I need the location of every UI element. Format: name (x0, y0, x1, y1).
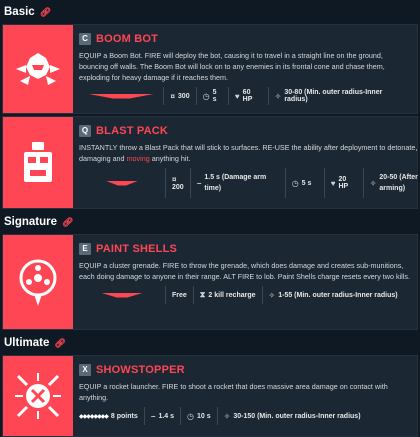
boom-bot-icon (3, 25, 73, 113)
credits-icon: ¤ (172, 175, 177, 184)
ability-card-boom-bot: C BOOM BOT EQUIP a Boom Bot. FIRE will d… (2, 24, 418, 114)
ability-name: BOOM BOT (96, 32, 159, 45)
blast-pack-icon (3, 117, 73, 208)
showstopper-icon (3, 356, 73, 436)
section-title: Signature (4, 216, 58, 228)
damage-icon: ✧ (274, 91, 282, 101)
ability-card-showstopper: X SHOWSTOPPER EQUIP a rocket launcher. F… (2, 355, 418, 437)
ability-card-paint-shells: E PAINT SHELLS EQUIP a cluster grenade. … (2, 234, 418, 330)
section-ultimate-header: Ultimate 🔗︎ (0, 331, 420, 355)
stat-arm-time: −1.5 s (Damage arm time) (189, 168, 285, 198)
paint-shells-icon (3, 235, 73, 329)
clock-icon: ◷ (202, 91, 210, 101)
stat-windup: −1.4 s (143, 407, 180, 425)
clock-icon: ◷ (291, 178, 299, 188)
ability-card-blast-pack: Q BLAST PACK INSTANTLY throw a Blast Pac… (2, 116, 418, 209)
damage-icon: ✧ (369, 178, 377, 188)
stat-ultimate-points: ◆◆◆◆◆◆◆◆ 8 points (79, 412, 138, 420)
stat-duration: ◷ 5 s (284, 168, 324, 198)
keybind-badge: C (79, 32, 91, 45)
stat-cost: ¤ 300 (163, 87, 195, 105)
ability-description: INSTANTLY throw a Blast Pack that will s… (79, 143, 418, 163)
stat-damage: ✧ 20-50 (After arming) (362, 168, 420, 198)
stat-cost: ¤ 200 (165, 168, 190, 198)
ability-name: SHOWSTOPPER (96, 363, 185, 376)
ability-name: PAINT SHELLS (96, 242, 178, 255)
ability-description: EQUIP a cluster grenade. FIRE to throw t… (79, 261, 410, 281)
ultimate-points-icon: ◆◆◆◆◆◆◆◆ (79, 413, 109, 420)
section-title: Ultimate (4, 337, 50, 349)
keybind-badge: X (79, 363, 91, 376)
link-icon[interactable]: 🔗︎ (54, 338, 65, 349)
stats-row: Free ⧗ 2 kill recharge ✧ 1-55 (Min. outer … (79, 286, 411, 304)
charge-bar (79, 93, 163, 99)
stats-row: ¤ 300 ◷ 5 s ♥ 60 HP ✧ 30-80 (Min. outer radi… (79, 87, 411, 105)
ability-description: EQUIP a rocket launcher. FIRE to shoot a… (79, 382, 388, 402)
stat-damage: ✧ 1-55 (Min. outer radius-Inner radius) (261, 286, 404, 304)
section-title: Basic (4, 6, 35, 18)
stat-health: ♥ 20 HP (323, 168, 363, 198)
stat-cost: Free (165, 286, 193, 304)
damage-icon: ✧ (223, 411, 231, 421)
stat-recharge: ⧗ 2 kill recharge (192, 286, 262, 304)
charge-bar (79, 168, 165, 198)
stat-health: ♥ 60 HP (227, 87, 268, 105)
stat-duration: ◷ 10 s (180, 407, 217, 425)
section-basic-header: Basic 🔗︎ (0, 0, 420, 24)
minus-icon: − (196, 178, 202, 188)
section-signature-header: Signature 🔗︎ (0, 210, 420, 234)
stats-row: ◆◆◆◆◆◆◆◆ 8 points −1.4 s ◷ 10 s ✧ 30-150 (M… (79, 407, 411, 425)
charge-bar (79, 292, 165, 298)
heart-icon: ♥ (234, 91, 240, 101)
link-icon[interactable]: 🔗︎ (40, 7, 51, 18)
stat-duration: ◷ 5 s (195, 87, 228, 105)
keybind-badge: E (79, 242, 91, 255)
hourglass-icon: ⧗ (199, 290, 206, 299)
stat-damage: ✧ 30-80 (Min. outer radius-Inner radius) (267, 87, 411, 105)
highlighted-keyword: moving (126, 154, 150, 163)
ability-name: BLAST PACK (96, 124, 169, 137)
ability-description: EQUIP a Boom Bot. FIRE will deploy the b… (79, 51, 385, 82)
keybind-badge: Q (79, 124, 91, 137)
damage-icon: ✧ (268, 290, 276, 300)
stats-row: ¤ 200 −1.5 s (Damage arm time) ◷ 5 s ♥ 20 H… (79, 168, 420, 198)
link-icon[interactable]: 🔗︎ (62, 217, 73, 228)
clock-icon: ◷ (187, 411, 194, 421)
heart-icon: ♥ (330, 178, 336, 188)
credits-icon: ¤ (170, 91, 175, 101)
stat-damage: ✧ 30-150 (Min. outer radius-Inner radius) (216, 407, 367, 425)
minus-icon: − (150, 411, 156, 421)
